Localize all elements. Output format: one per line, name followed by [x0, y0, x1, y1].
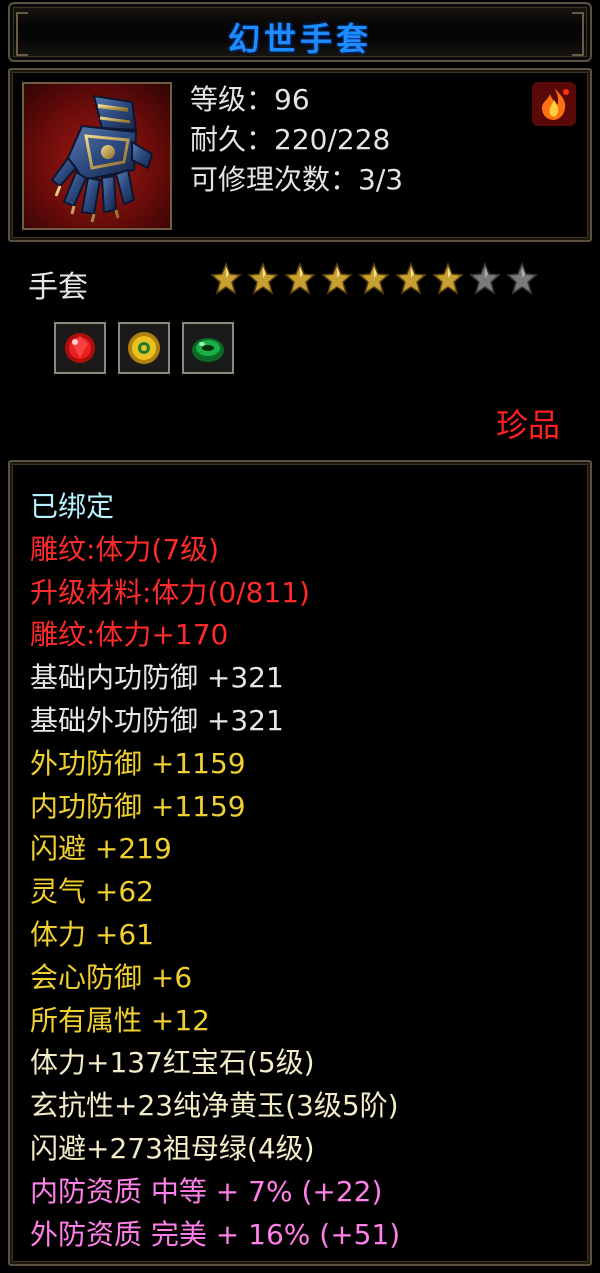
emerald-gem-icon[interactable]	[182, 322, 234, 374]
gauntlet-icon	[22, 82, 172, 230]
item-type: 手套	[28, 270, 88, 305]
attribute-line: 外防资质 完美 + 16% (+51)	[30, 1217, 401, 1251]
item-title: 幻世手套	[227, 20, 372, 58]
star-empty-icon	[469, 262, 501, 295]
star-filled-icon	[395, 262, 427, 295]
attribute-line: 雕纹:体力(7级)	[30, 532, 220, 566]
attribute-line: 玄抗性+23纯净黄玉(3级5阶)	[30, 1089, 399, 1123]
attribute-list: 已绑定雕纹:体力(7级) 升级材料:体力(0/811) 雕纹:体力+170 基础内功防…	[30, 486, 580, 1256]
title-bar: 幻世手套	[8, 2, 592, 62]
attribute-line: 内防资质 中等 + 7% (+22)	[30, 1174, 383, 1208]
attribute-line: 所有属性 +12	[30, 1003, 210, 1037]
attribute-line: 会心防御 +6	[30, 960, 193, 994]
fire-emblem-icon	[532, 82, 576, 126]
star-filled-icon	[210, 262, 242, 295]
yellow-jade-gem-icon[interactable]	[118, 322, 170, 374]
star-filled-icon	[321, 262, 353, 295]
attribute-line: 体力 +61	[30, 917, 154, 951]
attribute-line: 内功防御 +1159	[30, 789, 246, 823]
attribute-line: 灵气 +62	[30, 875, 154, 909]
star-filled-icon	[247, 262, 279, 295]
star-filled-icon	[284, 262, 316, 295]
attribute-line: 已绑定	[30, 490, 115, 523]
item-tooltip: 幻世手套 等级：96 耐久：220/228 可修理次数：3/3 手套 珍品 已绑…	[0, 0, 600, 1273]
star-filled-icon	[358, 262, 390, 295]
ruby-gem-icon[interactable]	[54, 322, 106, 374]
attribute-line: 基础外功防御 +321	[30, 703, 284, 737]
socketed-gems	[54, 322, 234, 374]
attribute-line: 外功防御 +1159	[30, 746, 246, 780]
attribute-line: 升级材料:体力(0/811)	[30, 575, 310, 609]
star-rating	[210, 262, 538, 296]
item-summary-panel: 等级：96 耐久：220/228 可修理次数：3/3	[8, 68, 592, 242]
item-repair-count: 可修理次数：3/3	[190, 163, 404, 196]
star-empty-icon	[506, 262, 538, 295]
item-durability: 耐久：220/228	[190, 123, 391, 156]
attribute-line: 体力+137红宝石(5级)	[30, 1046, 315, 1080]
item-level: 等级：96	[190, 83, 310, 116]
attribute-line: 闪避 +219	[30, 832, 172, 866]
rarity-label: 珍品	[495, 406, 560, 444]
attribute-line: 基础内功防御 +321	[30, 661, 284, 695]
attribute-line: 雕纹:体力+170	[30, 618, 229, 652]
attribute-line: 闪避+273祖母绿(4级)	[30, 1131, 315, 1165]
star-filled-icon	[432, 262, 464, 295]
attributes-panel: 已绑定雕纹:体力(7级) 升级材料:体力(0/811) 雕纹:体力+170 基础内功防…	[8, 460, 592, 1266]
